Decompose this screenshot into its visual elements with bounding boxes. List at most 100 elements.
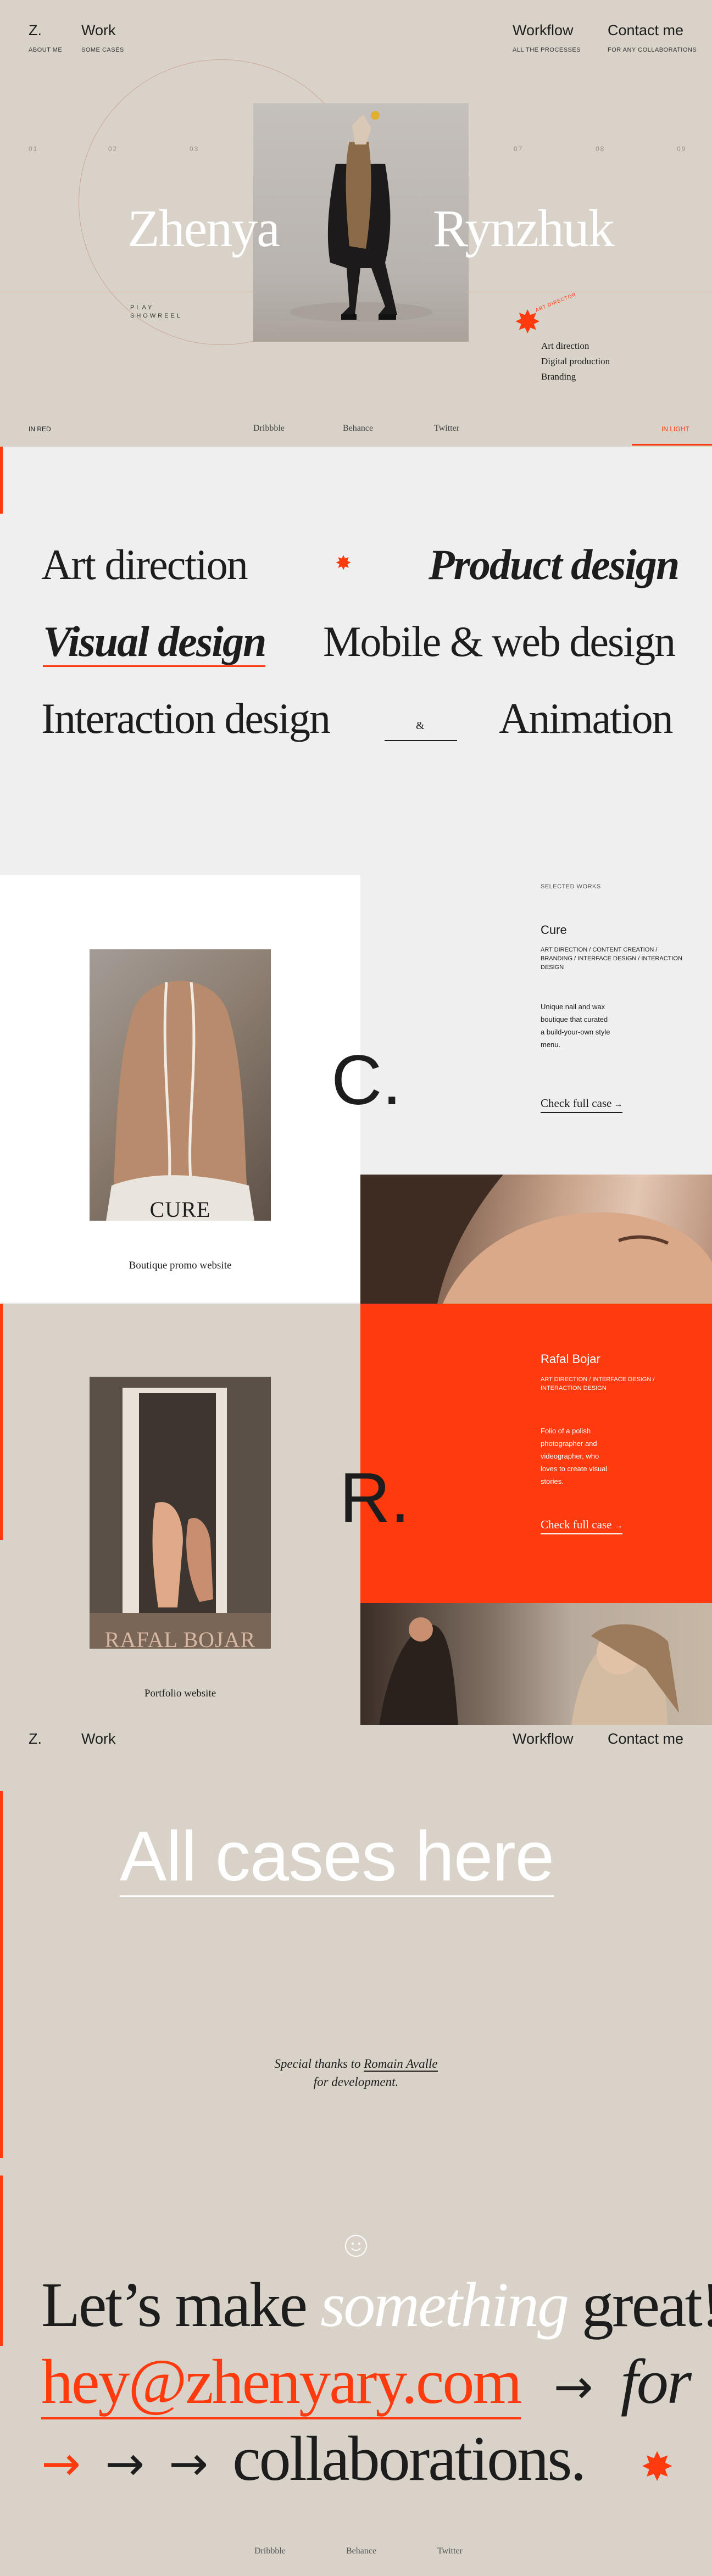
case-initial: C. bbox=[331, 1041, 402, 1120]
accent-bar bbox=[0, 447, 3, 514]
cure-photo-illustration bbox=[106, 981, 254, 1221]
service-visual-design-text: Visual design bbox=[43, 617, 266, 667]
nav-workflow[interactable]: Workflow ALL THE PROCESSES bbox=[513, 22, 581, 53]
behance-link[interactable]: Behance bbox=[343, 424, 373, 433]
service-mobile-web: Mobile & web design bbox=[323, 617, 676, 665]
cure-photo[interactable] bbox=[90, 949, 271, 1221]
contact-email-line: hey@zhenyary.com → for bbox=[41, 2346, 692, 2419]
arrow-right-icon: → bbox=[611, 1521, 623, 1531]
ampersand: & bbox=[416, 720, 425, 732]
slide-number[interactable]: 03 bbox=[190, 145, 199, 153]
developer-link[interactable]: Romain Avalle bbox=[364, 2057, 438, 2072]
case-cure-section: CURE Boutique promo website C. SELECTED … bbox=[0, 875, 712, 1304]
theme-toggle-light[interactable]: IN LIGHT bbox=[661, 425, 689, 433]
ampersand-line bbox=[385, 740, 457, 741]
check-case-link[interactable]: Check full case → bbox=[541, 1097, 623, 1113]
credits: Special thanks to Romain Avalle for deve… bbox=[219, 2055, 493, 2091]
smiley-icon-graphic bbox=[351, 2243, 361, 2251]
cure-detail-photo bbox=[360, 1175, 712, 1304]
accent-underline bbox=[632, 1596, 712, 1598]
service-product-design: Product design bbox=[429, 541, 680, 588]
case-tags: ART DIRECTION / INTERFACE DESIGN / INTER… bbox=[541, 1376, 655, 1392]
slide-number[interactable]: 07 bbox=[514, 145, 523, 153]
hero-services: Art direction Digital production Brandin… bbox=[541, 338, 610, 385]
nav-about-sub[interactable]: ABOUT ME bbox=[29, 47, 62, 53]
nav-work-label[interactable]: Work bbox=[81, 1731, 116, 1748]
nav-work-label[interactable]: Work bbox=[81, 22, 124, 39]
nav-workflow-label[interactable]: Workflow bbox=[513, 1731, 574, 1748]
rafal-photo[interactable] bbox=[90, 1377, 271, 1649]
arrow-right-icon: → bbox=[105, 2436, 145, 2491]
asterisk-star-icon: ✸ bbox=[641, 2444, 674, 2490]
service-interaction-design: Interaction design bbox=[41, 694, 331, 742]
check-case-link[interactable]: Check full case → bbox=[541, 1518, 623, 1534]
hero-service-item: Digital production bbox=[541, 356, 610, 366]
all-cases-link[interactable]: All cases here bbox=[120, 1818, 554, 1897]
nav-work[interactable]: Work SOME CASES bbox=[81, 22, 124, 53]
rafal-detail-photos bbox=[360, 1603, 712, 1743]
case-initial: R. bbox=[340, 1459, 410, 1537]
rafal-caption: Portfolio website bbox=[144, 1688, 216, 1699]
cure-photo-title: CURE bbox=[149, 1197, 211, 1222]
nav-home[interactable]: Z. ABOUT ME bbox=[29, 22, 62, 53]
headline-part: great! bbox=[568, 2270, 712, 2340]
slide-number[interactable]: 02 bbox=[108, 145, 118, 153]
nav-contact-label[interactable]: Contact me bbox=[608, 22, 697, 39]
accent-bar bbox=[0, 1791, 3, 2158]
hero-section: Z. ABOUT ME Work SOME CASES Workflow ALL… bbox=[0, 0, 712, 447]
rafal-photo-title: RAFAL BOJAR bbox=[104, 1627, 256, 1652]
arrow-right-icon: → bbox=[611, 1100, 623, 1109]
case-info-panel: Rafal Bojar ART DIRECTION / INTERFACE DE… bbox=[360, 1304, 712, 1603]
twitter-link[interactable]: Twitter bbox=[434, 424, 459, 433]
slide-number[interactable]: 09 bbox=[677, 145, 686, 153]
check-case-label[interactable]: Check full case bbox=[541, 1097, 611, 1110]
email-link[interactable]: hey@zhenyary.com bbox=[41, 2347, 522, 2419]
nav-contact[interactable]: Contact me FOR ANY COLLABORATIONS bbox=[608, 22, 697, 53]
case-tags: ART DIRECTION / CONTENT CREATION / BRAND… bbox=[541, 947, 682, 971]
dribbble-link[interactable]: Dribbble bbox=[254, 2546, 286, 2556]
hero-last-name: Rynzhuk bbox=[433, 199, 615, 258]
smiley-icon bbox=[345, 2235, 367, 2257]
nav-workflow-sub: ALL THE PROCESSES bbox=[513, 47, 581, 53]
active-theme-underline bbox=[632, 444, 712, 446]
arrow-right-icon: → bbox=[553, 2360, 593, 2414]
contact-collaborations: collaborations. bbox=[232, 2424, 586, 2494]
showreel-line1[interactable]: PLAY bbox=[130, 304, 182, 312]
showreel-line2[interactable]: SHOWREEL bbox=[130, 312, 182, 320]
hero-service-item: Branding bbox=[541, 371, 576, 382]
service-visual-design: Visual design bbox=[43, 617, 266, 667]
theme-toggle-red[interactable]: IN RED bbox=[29, 425, 51, 433]
arrow-right-icon: → bbox=[169, 2436, 209, 2491]
nav-work-sub: SOME CASES bbox=[81, 47, 124, 53]
play-showreel-button[interactable]: PLAY SHOWREEL bbox=[130, 304, 182, 320]
twitter-link[interactable]: Twitter bbox=[437, 2546, 463, 2556]
headline-part: Let’s make bbox=[41, 2270, 321, 2340]
contact-headline: Let’s make something great! bbox=[41, 2269, 712, 2342]
slide-number[interactable]: 01 bbox=[29, 145, 38, 153]
dribbble-link[interactable]: Dribbble bbox=[253, 424, 285, 433]
arrow-right-icon: → bbox=[41, 2436, 81, 2491]
asterisk-star-icon: ✸ bbox=[335, 552, 352, 575]
contact-collab-line: → → → collaborations. bbox=[41, 2423, 586, 2496]
slide-number[interactable]: 08 bbox=[596, 145, 605, 153]
accent-bar bbox=[0, 2176, 3, 2346]
logo[interactable]: Z. bbox=[29, 22, 62, 39]
rafal-detail-illustration bbox=[377, 1617, 679, 1743]
hero-service-item: Art direction bbox=[541, 341, 589, 351]
nav-contact-label[interactable]: Contact me bbox=[608, 1731, 683, 1748]
all-cases-section: Z. Work Workflow Contact me All cases he… bbox=[0, 1725, 712, 2176]
nav-workflow-label[interactable]: Workflow bbox=[513, 22, 581, 39]
service-animation: Animation bbox=[499, 694, 674, 742]
hero-first-name: Zhenya bbox=[127, 199, 280, 258]
cure-caption: Boutique promo website bbox=[129, 1260, 232, 1271]
nav-contact-sub: FOR ANY COLLABORATIONS bbox=[608, 47, 697, 53]
service-art-direction: Art direction bbox=[41, 541, 248, 588]
contact-section: Let’s make something great! hey@zhenyary… bbox=[0, 2176, 712, 2576]
logo[interactable]: Z. bbox=[29, 1731, 42, 1748]
behance-link[interactable]: Behance bbox=[346, 2546, 376, 2556]
face-illustration bbox=[360, 1175, 712, 1304]
check-case-label[interactable]: Check full case bbox=[541, 1518, 611, 1531]
case-name: Cure bbox=[541, 923, 567, 937]
rafal-photo-illustration bbox=[90, 1377, 271, 1649]
case-rafal-section: Rafal Bojar ART DIRECTION / INTERFACE DE… bbox=[0, 1304, 712, 1743]
